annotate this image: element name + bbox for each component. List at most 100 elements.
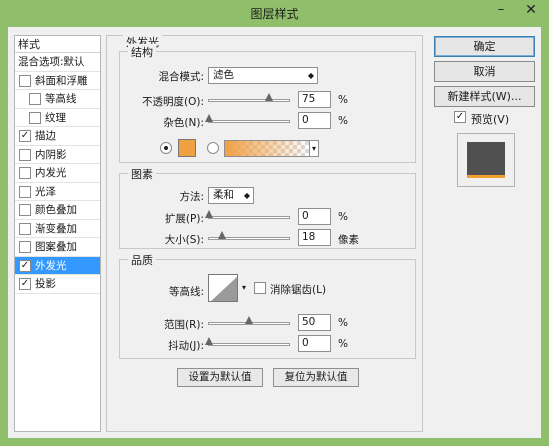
- new-style-button[interactable]: 新建样式(W)...: [434, 86, 535, 107]
- antialias-label: 消除锯齿(L): [270, 284, 327, 296]
- slider-handle[interactable]: [245, 316, 253, 324]
- elements-group: 图素 方法: 柔和 ◆ 扩展(P): 0 % 大小(S): 18 像素: [119, 166, 416, 249]
- style-list-item-label: 等高线: [45, 93, 77, 105]
- style-checkbox[interactable]: [29, 111, 41, 124]
- style-list-item[interactable]: 斜面和浮雕: [15, 72, 100, 90]
- style-list-item[interactable]: ✓ 描边: [15, 127, 100, 146]
- antialias-checkbox[interactable]: [254, 282, 266, 294]
- style-checkbox[interactable]: [19, 185, 31, 198]
- style-checkbox[interactable]: [29, 93, 41, 105]
- style-checkbox[interactable]: ✓: [19, 259, 31, 272]
- style-list-item[interactable]: ✓ 外发光: [15, 256, 100, 275]
- preview-label: 预览(V): [471, 113, 510, 126]
- preview-checkbox[interactable]: ✓: [454, 111, 466, 123]
- technique-label: 方法:: [179, 191, 204, 203]
- style-list-item-label: 外发光: [35, 259, 67, 272]
- style-checkbox[interactable]: ✓: [19, 278, 31, 290]
- slider-handle[interactable]: [265, 93, 273, 101]
- chevron-updown-icon: ◆: [243, 191, 250, 200]
- style-checkbox[interactable]: [19, 148, 31, 161]
- style-list-item[interactable]: 渐变叠加: [15, 220, 100, 238]
- chevron-updown-icon: ◆: [307, 71, 314, 80]
- layer-style-dialog: 图层样式 – ✕ 样式 混合选项:默认斜面和浮雕等高线纹理 ✓ 描边内阴影内发光光泽…: [0, 0, 549, 446]
- style-list-item-label: 颜色叠加: [35, 204, 77, 216]
- style-checkbox[interactable]: [19, 204, 31, 216]
- glow-color-swatch[interactable]: [178, 139, 196, 157]
- slider-handle[interactable]: [218, 231, 226, 239]
- noise-unit: %: [338, 115, 348, 127]
- style-list-item[interactable]: ✓ 投影: [15, 275, 100, 294]
- glow-gradient-picker[interactable]: [224, 140, 310, 157]
- range-input[interactable]: 50: [298, 314, 331, 331]
- style-list-item[interactable]: 光泽: [15, 183, 100, 201]
- range-slider[interactable]: [208, 316, 290, 325]
- jitter-input[interactable]: 0: [298, 335, 331, 352]
- style-list-item[interactable]: 等高线: [15, 90, 100, 109]
- jitter-slider[interactable]: [205, 337, 290, 346]
- contour-picker[interactable]: [208, 274, 238, 302]
- style-list-item-label: 内发光: [35, 167, 67, 179]
- chevron-down-icon[interactable]: ▾: [309, 140, 319, 157]
- style-list: 样式 混合选项:默认斜面和浮雕等高线纹理 ✓ 描边内阴影内发光光泽颜色叠加渐变叠加图…: [14, 35, 101, 432]
- noise-input[interactable]: 0: [298, 112, 331, 129]
- contour-curve-icon: [211, 276, 237, 301]
- reset-default-button[interactable]: 复位为默认值: [273, 368, 359, 387]
- style-checkbox[interactable]: [19, 167, 31, 179]
- size-slider[interactable]: [208, 231, 290, 240]
- structure-title: 结构: [128, 44, 156, 60]
- style-checkbox[interactable]: [19, 222, 31, 235]
- style-list-item[interactable]: 图案叠加: [15, 238, 100, 257]
- range-unit: %: [338, 317, 348, 329]
- style-list-item-label: 斜面和浮雕: [35, 74, 88, 87]
- spread-slider[interactable]: [205, 210, 290, 219]
- style-rows: 混合选项:默认斜面和浮雕等高线纹理 ✓ 描边内阴影内发光光泽颜色叠加渐变叠加图案叠加…: [15, 53, 100, 294]
- slider-handle[interactable]: [205, 114, 213, 122]
- style-list-item-label: 投影: [35, 278, 56, 290]
- opacity-label: 不透明度(O):: [142, 96, 204, 108]
- slider-handle[interactable]: [205, 337, 213, 345]
- spread-label: 扩展(P):: [164, 213, 204, 225]
- style-list-item[interactable]: 内发光: [15, 164, 100, 183]
- slider-handle[interactable]: [205, 210, 213, 218]
- blend-mode-select[interactable]: 滤色 ◆: [208, 67, 318, 84]
- gradient-radio[interactable]: [207, 142, 219, 154]
- size-input[interactable]: 18: [298, 229, 331, 246]
- contour-label: 等高线:: [168, 286, 204, 298]
- blend-mode-label: 混合模式:: [158, 71, 204, 83]
- ok-button[interactable]: 确定: [434, 36, 535, 57]
- opacity-unit: %: [338, 94, 348, 106]
- size-label: 大小(S):: [164, 234, 204, 246]
- make-default-button[interactable]: 设置为默认值: [177, 368, 263, 387]
- opacity-input[interactable]: 75: [298, 91, 331, 108]
- title-bar[interactable]: 图层样式 – ✕: [0, 0, 549, 25]
- close-icon[interactable]: ✕: [521, 2, 541, 18]
- solid-color-radio[interactable]: [160, 142, 172, 154]
- style-preview: [457, 133, 515, 187]
- chevron-down-icon[interactable]: ▾: [240, 274, 248, 302]
- style-checkbox[interactable]: [19, 241, 31, 253]
- style-list-item-label: 混合选项:默认: [18, 56, 85, 68]
- range-label: 范围(R):: [163, 319, 204, 331]
- style-list-item[interactable]: 内阴影: [15, 146, 100, 164]
- style-checkbox[interactable]: ✓: [19, 130, 31, 142]
- style-list-header[interactable]: 样式: [15, 36, 100, 53]
- size-unit: 像素: [338, 234, 359, 246]
- style-list-item-label: 渐变叠加: [35, 222, 77, 235]
- minimize-icon[interactable]: –: [491, 2, 511, 18]
- style-list-item-label: 内阴影: [35, 148, 67, 161]
- style-list-item[interactable]: 混合选项:默认: [15, 53, 100, 72]
- noise-slider[interactable]: [205, 114, 290, 123]
- technique-select[interactable]: 柔和 ◆: [208, 187, 254, 204]
- preview-thumbnail: [467, 142, 505, 178]
- quality-title: 品质: [128, 252, 156, 268]
- cancel-button[interactable]: 取消: [434, 61, 535, 82]
- jitter-label: 抖动(J):: [168, 340, 204, 352]
- spread-input[interactable]: 0: [298, 208, 331, 225]
- noise-label: 杂色(N):: [163, 117, 204, 129]
- jitter-unit: %: [338, 338, 348, 350]
- style-list-item[interactable]: 颜色叠加: [15, 201, 100, 220]
- style-checkbox[interactable]: [19, 74, 31, 87]
- style-list-item-label: 图案叠加: [35, 241, 77, 253]
- opacity-slider[interactable]: [208, 93, 290, 102]
- style-list-item[interactable]: 纹理: [15, 109, 100, 127]
